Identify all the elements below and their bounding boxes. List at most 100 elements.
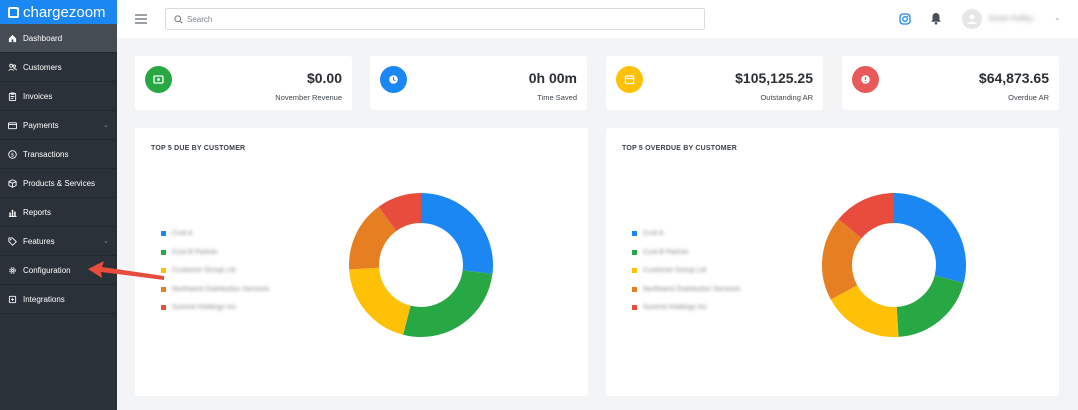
top-due-chart-panel: TOP 5 DUE BY CUSTOMER Cust A Cust B Partn… [135,128,588,396]
donut-chart [349,193,493,337]
legend-swatch [632,286,637,292]
donut-slice-2[interactable] [895,274,964,337]
legend-item[interactable]: Cust A [632,229,740,238]
top-overdue-chart-panel: TOP 5 OVERDUE BY CUSTOMER Cust A Cust B P… [606,128,1059,396]
sidebar-item-label: Transactions [23,149,69,159]
topbar: Kevin Kelley ⌄ [117,0,1078,38]
user-name[interactable]: Kevin Kelley [989,14,1033,23]
bar-chart-icon [8,208,17,217]
legend-item[interactable]: Northwest Distribution Services [632,285,740,294]
legend-swatch [632,249,637,255]
sidebar-item-customers[interactable]: Customers [0,53,117,82]
hamburger-menu-icon[interactable] [135,14,147,24]
sidebar-item-label: Invoices [23,91,53,101]
box-icon [8,178,17,188]
sidebar-item-integrations[interactable]: Integrations [0,285,117,314]
sidebar-item-reports[interactable]: Reports [0,198,117,227]
legend-item[interactable]: Northwest Distribution Services [161,285,269,294]
legend-item[interactable]: Cust B Partner [161,248,269,257]
chevron-down-icon[interactable]: ⌄ [1054,13,1061,22]
sidebar-item-label: Customers [23,62,62,72]
sidebar-item-label: Integrations [23,294,65,304]
stat-card-outstanding-ar: $105,125.25 Outstanding AR [606,56,823,110]
donut-slice-4[interactable] [822,219,863,300]
legend-swatch [632,268,637,273]
legend-item[interactable]: Cust B Partner [632,248,740,257]
sidebar-item-invoices[interactable]: Invoices [0,82,117,111]
legend-swatch [161,231,166,236]
donut-slice-3[interactable] [349,266,412,335]
avatar[interactable] [962,9,982,29]
legend-item[interactable]: Customer Group Ltd [161,266,269,275]
sidebar-item-transactions[interactable]: $ Transactions [0,140,117,169]
brand-name: chargezoom [23,3,106,21]
search-icon [174,14,183,24]
legend-swatch [161,249,166,255]
legend-swatch [161,305,166,310]
legend-swatch [161,286,166,292]
sidebar-item-label: Features [23,236,55,246]
chevron-down-icon: ⌄ [103,238,109,245]
legend-item[interactable]: Summit Holdings Inc [161,303,269,312]
donut-slice-5[interactable] [838,193,895,239]
chart-legend: Cust A Cust B Partner Customer Group Ltd No… [161,229,269,322]
sidebar-item-label: Payments [23,120,59,130]
legend-label: Northwest Distribution Services [643,285,741,293]
wallet-icon [145,66,172,93]
sidebar-item-label: Dashboard [23,33,63,43]
dollar-circle-icon: $ [8,149,17,159]
legend-label: Customer Group Ltd [643,267,707,274]
stat-label: Overdue AR [1008,93,1049,102]
users-icon [8,63,17,72]
donut-slice-1[interactable] [420,193,493,275]
chevron-down-icon: ⌄ [103,122,109,129]
legend-label: Cust B Partner [643,248,689,256]
donut-slice-4[interactable] [349,206,397,270]
user-icon [967,14,977,24]
instagram-icon[interactable] [899,13,911,25]
legend-label: Cust A [643,230,664,237]
search-input[interactable] [187,14,687,24]
annotation-arrow [88,261,164,280]
chart-title: TOP 5 OVERDUE BY CUSTOMER [622,145,737,152]
stat-card-november-revenue: $0.00 November Revenue [135,56,352,110]
legend-label: Summit Holdings Inc [643,304,708,311]
legend-item[interactable]: Summit Holdings Inc [632,303,740,312]
stat-value: $105,125.25 [735,70,813,86]
sidebar-item-products-services[interactable]: Products & Services [0,169,117,198]
chart-title: TOP 5 DUE BY CUSTOMER [151,145,246,152]
tag-icon [8,236,17,246]
clock-icon [380,66,407,93]
legend-swatch [632,305,637,310]
alert-icon [852,66,879,93]
legend-item[interactable]: Cust A [161,229,269,238]
sidebar-item-label: Configuration [23,265,71,275]
stat-label: Time Saved [537,93,577,102]
stat-value: $0.00 [306,70,342,86]
clipboard-icon [8,91,17,101]
sidebar-item-dashboard[interactable]: Dashboard [0,24,117,53]
bell-icon[interactable] [930,12,942,25]
sidebar-item-label: Products & Services [23,178,96,188]
stat-value: 0h 00m [528,70,577,86]
legend-item[interactable]: Customer Group Ltd [632,266,740,275]
stat-card-overdue-ar: $64,873.65 Overdue AR [842,56,1059,110]
sidebar-item-payments[interactable]: Payments ⌄ [0,111,117,140]
donut-slice-1[interactable] [893,193,966,283]
donut-slice-3[interactable] [830,284,899,337]
credit-card-icon [8,121,17,130]
stat-card-time-saved: 0h 00m Time Saved [370,56,587,110]
stat-label: Outstanding AR [760,93,813,102]
sidebar-item-label: Reports [23,207,52,217]
donut-slice-5[interactable] [378,193,422,232]
sidebar-item-features[interactable]: Features ⌄ [0,227,117,256]
legend-label: Northwest Distribution Services [172,285,270,293]
search-box [165,8,705,30]
home-icon [8,34,17,43]
brand-logo[interactable]: chargezoom [0,0,117,24]
sidebar: chargezoom Dashboard Customers Invoices … [0,0,117,410]
donut-slice-2[interactable] [403,269,493,337]
legend-swatch [632,231,637,236]
stat-value: $64,873.65 [978,70,1049,86]
gear-icon [8,266,17,275]
